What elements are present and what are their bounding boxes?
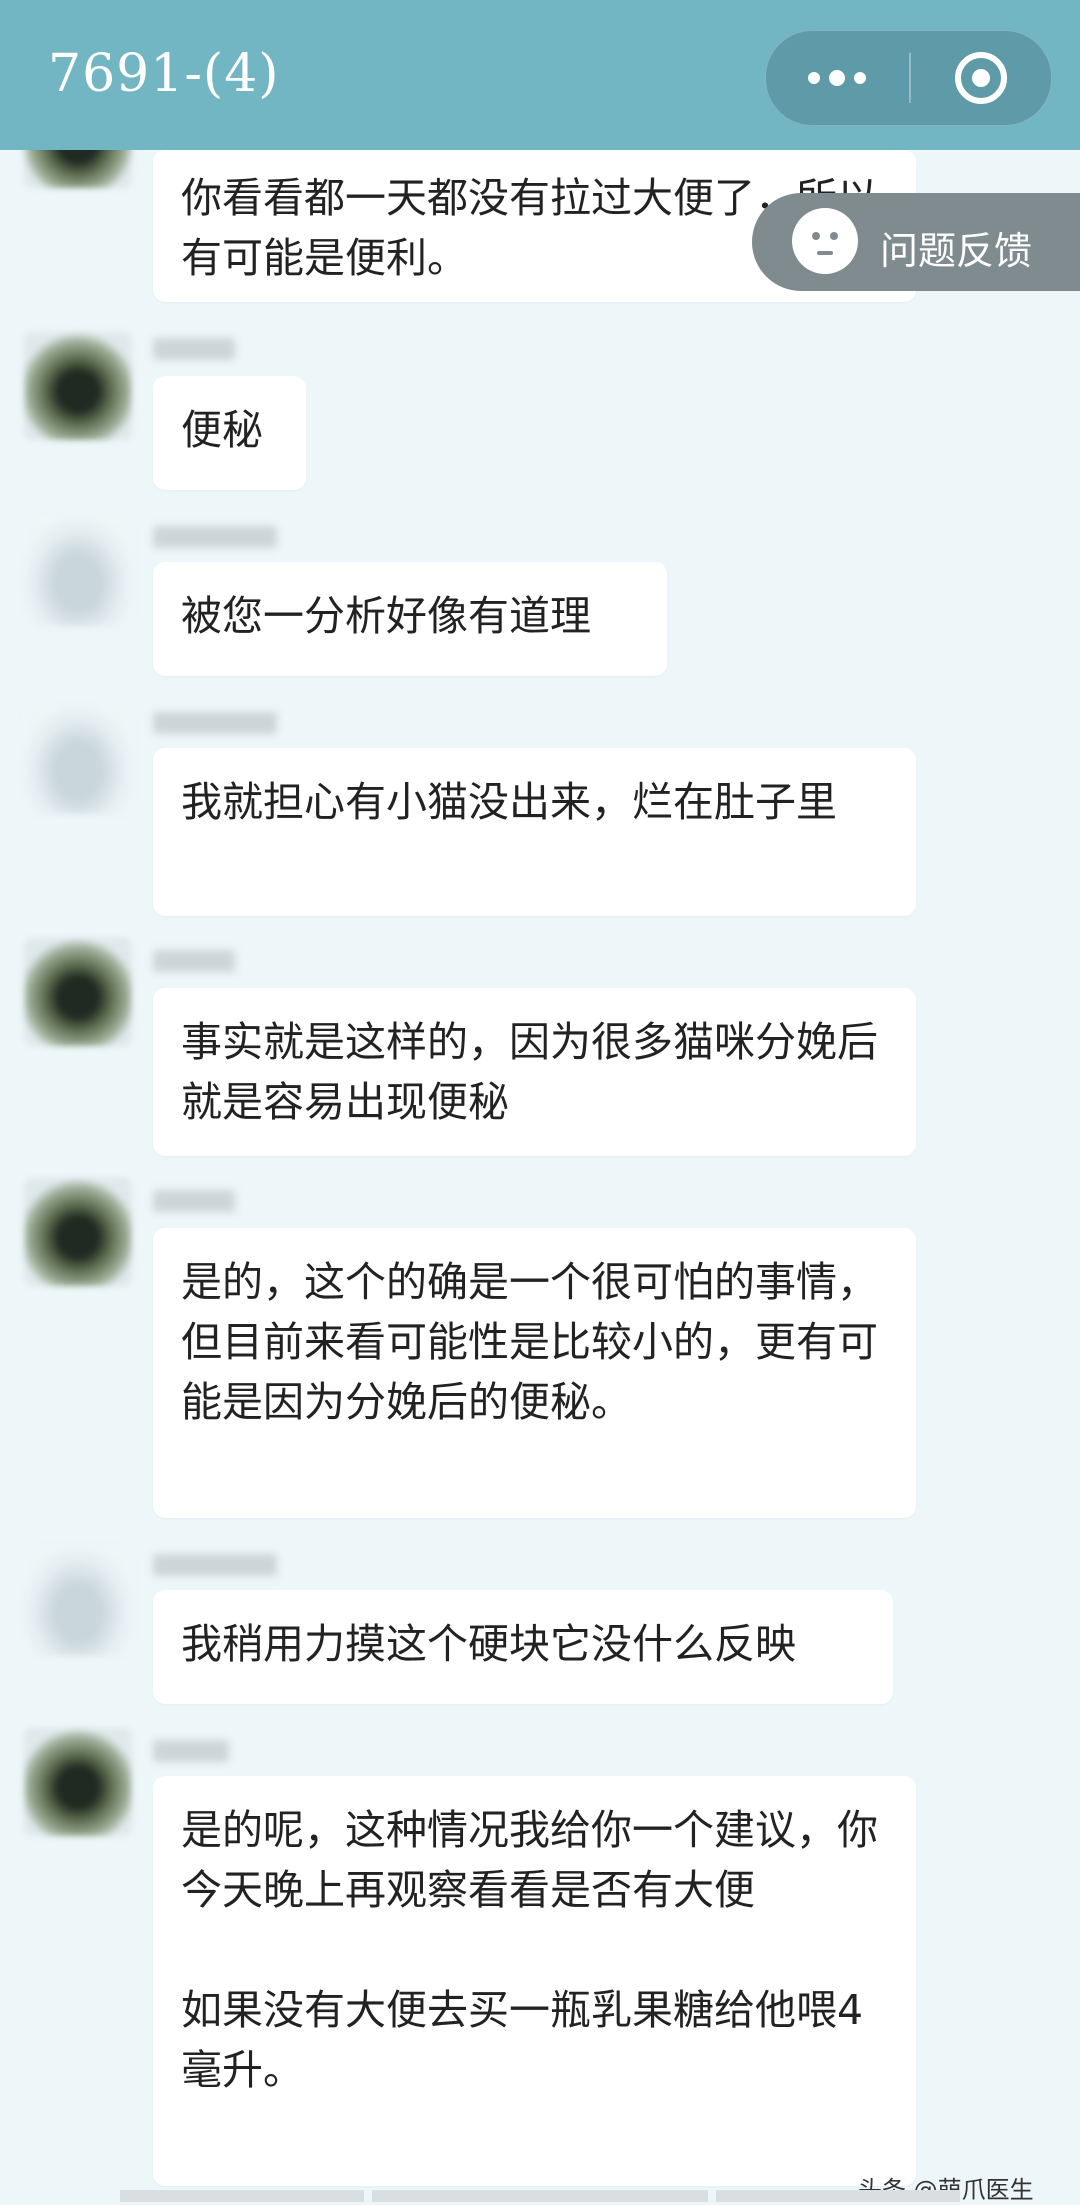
feedback-label: 问题反馈 [880,229,1033,273]
message-bubble: 是的呢，这种情况我给你一个建议，你今天晚上再观察看看是否有大便 如果没有大便去买… [153,1776,916,2186]
bottom-bar-segment [120,2190,364,2202]
bottom-bar-segment [716,2190,960,2202]
message-bubble: 是的，这个的确是一个很可怕的事情，但目前来看可能性是比较小的，更有可能是因为分娩… [153,1228,916,1518]
face-icon [792,208,858,274]
doctor-avatar[interactable] [24,1728,132,1836]
message-bubble: 便秘 [153,376,306,490]
message-bubble: 被您一分析好像有道理 [153,562,667,676]
sender-name-blurred [153,712,277,734]
more-dots-icon [808,70,866,86]
message-bubble: 事实就是这样的，因为很多猫咪分娩后就是容易出现便秘 [153,988,916,1156]
doctor-avatar[interactable] [24,938,132,1046]
user-avatar[interactable] [24,706,132,814]
message-bubble: 我稍用力摸这个硬块它没什么反映 [153,1590,893,1704]
sender-name-blurred [153,950,235,972]
sender-name-blurred [153,1740,229,1762]
message-bubble: 我就担心有小猫没出来，烂在肚子里 [153,748,916,916]
bottom-bar-segment [372,2190,708,2202]
app-header: 7691-(4) [0,0,1080,150]
user-avatar[interactable] [24,518,132,626]
more-button[interactable] [766,31,908,125]
sender-name-blurred [153,526,277,548]
doctor-avatar[interactable] [24,1178,132,1286]
page-title: 7691-(4) [48,44,280,104]
sender-name-blurred [153,1190,235,1212]
feedback-button[interactable]: 问题反馈 [752,193,1080,291]
doctor-avatar[interactable] [24,332,132,440]
target-close-icon [955,52,1007,104]
mini-program-capsule [765,30,1052,126]
user-avatar[interactable] [24,1548,132,1656]
sender-name-blurred [153,1554,277,1576]
close-button[interactable] [911,31,1051,125]
sender-name-blurred [153,338,235,360]
